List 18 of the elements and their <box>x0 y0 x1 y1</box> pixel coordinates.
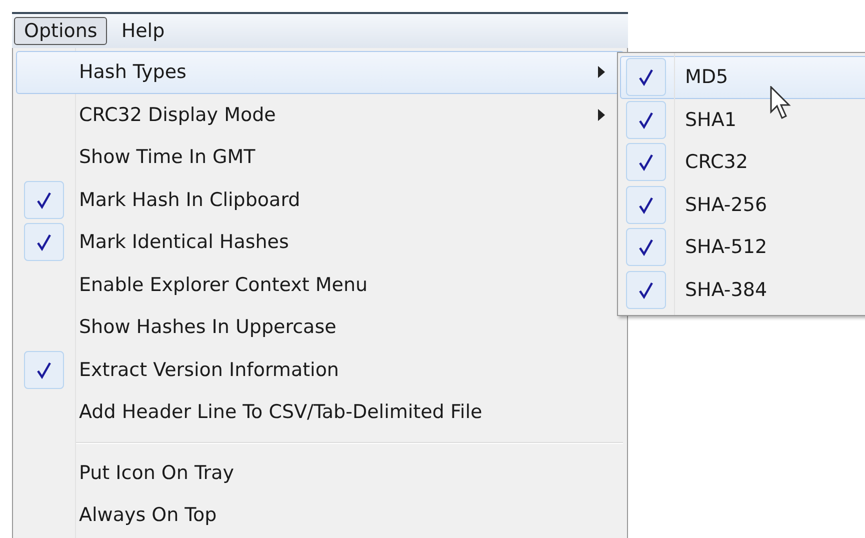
submenu-item[interactable]: MD5 <box>620 56 865 98</box>
menu-bar-item[interactable]: Options <box>14 17 108 45</box>
menu-bar-item[interactable]: Help <box>111 17 175 45</box>
menu-item[interactable]: Always On Top <box>16 494 624 536</box>
checkmark-icon <box>638 110 654 129</box>
checkmark-icon <box>638 280 654 299</box>
menu-item[interactable]: Put Icon On Tray <box>16 452 624 494</box>
checkmark-icon <box>36 233 52 252</box>
menu-item[interactable]: Extract Version Information <box>16 348 624 391</box>
menu-item[interactable]: Hash Types <box>16 51 624 94</box>
checkmark-icon <box>638 68 654 86</box>
menu-item[interactable]: Add Header Line To CSV/Tab-Delimited File <box>16 391 624 434</box>
checkmark-icon <box>36 190 52 209</box>
checkmark-icon <box>36 360 52 379</box>
checkmark-icon <box>638 196 654 214</box>
mouse-cursor-icon <box>770 86 794 122</box>
checkmark-icon <box>638 238 654 256</box>
checkmark-icon <box>638 153 654 172</box>
